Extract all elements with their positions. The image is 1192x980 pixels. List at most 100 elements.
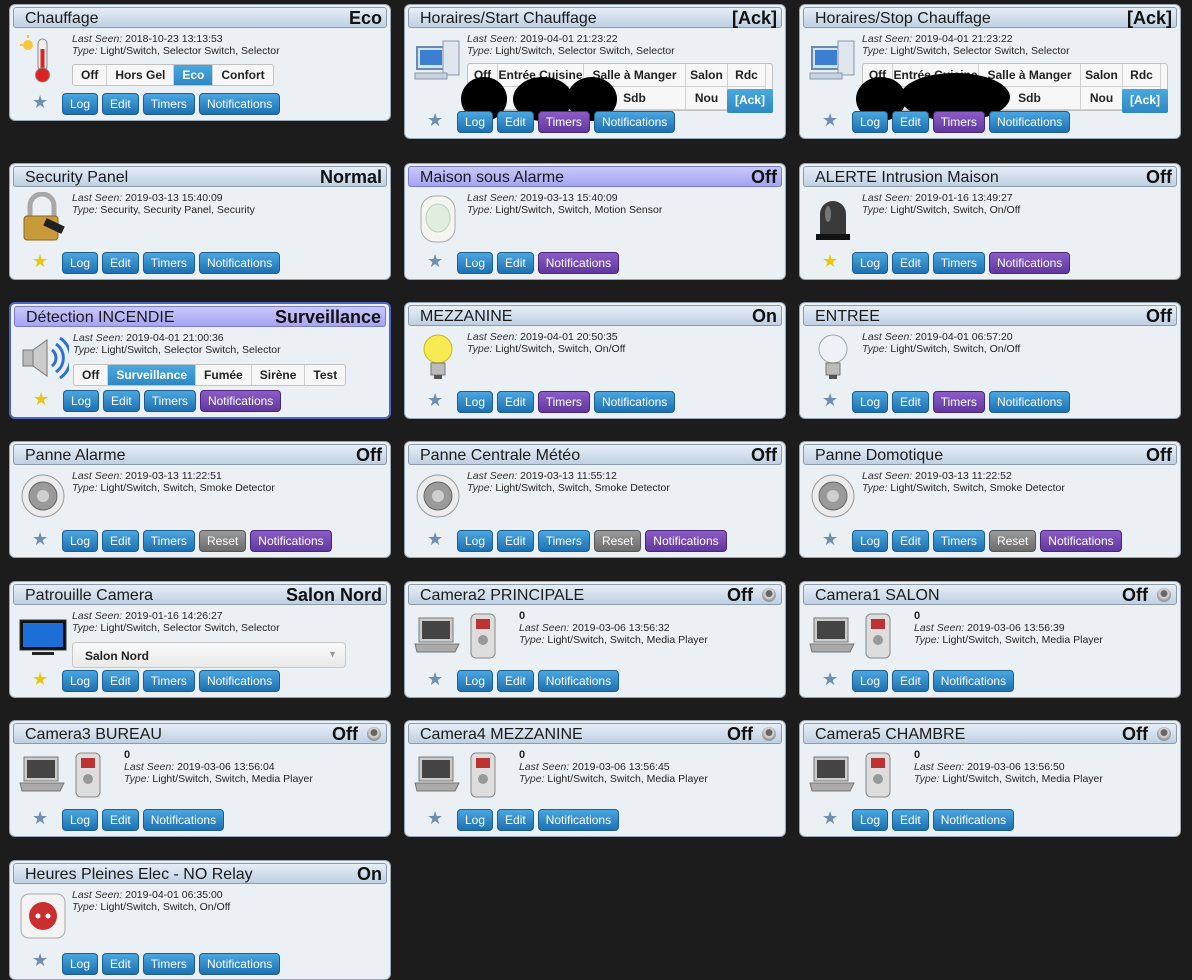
log-button[interactable]: Log bbox=[62, 530, 99, 552]
edit-button[interactable]: Edit bbox=[102, 252, 139, 274]
edit-button[interactable]: Edit bbox=[102, 530, 139, 552]
favorite-star-icon[interactable]: ★ bbox=[32, 951, 48, 969]
log-button[interactable]: Log bbox=[62, 670, 99, 692]
selector-option-off[interactable]: Off bbox=[74, 365, 109, 385]
log-button[interactable]: Log bbox=[852, 530, 889, 552]
edit-button[interactable]: Edit bbox=[103, 390, 140, 412]
favorite-star-icon[interactable]: ★ bbox=[427, 530, 443, 548]
edit-button[interactable]: Edit bbox=[892, 252, 929, 274]
notifications-button[interactable]: Notifications bbox=[988, 111, 1071, 133]
edit-button[interactable]: Edit bbox=[892, 391, 929, 413]
favorite-star-icon[interactable]: ★ bbox=[32, 530, 48, 548]
edit-button[interactable]: Edit bbox=[497, 530, 534, 552]
timers-button[interactable]: Timers bbox=[142, 670, 195, 692]
favorite-star-icon[interactable]: ★ bbox=[32, 93, 48, 111]
edit-button[interactable]: Edit bbox=[892, 111, 929, 133]
favorite-star-icon[interactable]: ★ bbox=[32, 809, 48, 827]
selector-option-ack[interactable]: [Ack] bbox=[1122, 89, 1168, 113]
notifications-button[interactable]: Notifications bbox=[537, 252, 620, 274]
notifications-button[interactable]: Notifications bbox=[988, 252, 1071, 274]
timers-button[interactable]: Timers bbox=[932, 530, 985, 552]
log-button[interactable]: Log bbox=[457, 809, 494, 831]
log-button[interactable]: Log bbox=[852, 809, 889, 831]
favorite-star-icon[interactable]: ★ bbox=[822, 252, 838, 270]
edit-button[interactable]: Edit bbox=[497, 252, 534, 274]
timers-button[interactable]: Timers bbox=[932, 252, 985, 274]
log-button[interactable]: Log bbox=[62, 93, 99, 115]
log-button[interactable]: Log bbox=[62, 252, 99, 274]
favorite-star-icon[interactable]: ★ bbox=[822, 391, 838, 409]
log-button[interactable]: Log bbox=[852, 670, 889, 692]
log-button[interactable]: Log bbox=[852, 252, 889, 274]
favorite-star-icon[interactable]: ★ bbox=[822, 530, 838, 548]
notifications-button[interactable]: Notifications bbox=[593, 391, 676, 413]
timers-button[interactable]: Timers bbox=[143, 390, 196, 412]
reset-button[interactable]: Reset bbox=[988, 530, 1037, 552]
reset-button[interactable]: Reset bbox=[198, 530, 247, 552]
log-button[interactable]: Log bbox=[457, 111, 494, 133]
selector-dropdown[interactable]: Salon Nord ▼ bbox=[72, 642, 346, 668]
notifications-button[interactable]: Notifications bbox=[988, 391, 1071, 413]
edit-button[interactable]: Edit bbox=[892, 530, 929, 552]
camera-icon[interactable] bbox=[1157, 727, 1171, 741]
edit-button[interactable]: Edit bbox=[892, 670, 929, 692]
selector-option-ack[interactable]: [Ack] bbox=[727, 89, 773, 113]
timers-button[interactable]: Timers bbox=[142, 530, 195, 552]
notifications-button[interactable]: Notifications bbox=[537, 670, 620, 692]
favorite-star-icon[interactable]: ★ bbox=[822, 111, 838, 129]
selector-option-surveillance[interactable]: Surveillance bbox=[108, 365, 197, 385]
favorite-star-icon[interactable]: ★ bbox=[33, 390, 49, 408]
notifications-button[interactable]: Notifications bbox=[593, 111, 676, 133]
log-button[interactable]: Log bbox=[457, 670, 494, 692]
selector-option-eco[interactable]: Eco bbox=[174, 65, 214, 85]
log-button[interactable]: Log bbox=[62, 953, 99, 975]
edit-button[interactable]: Edit bbox=[892, 809, 929, 831]
selector-option[interactable]: Rdc bbox=[1123, 64, 1161, 87]
notifications-button[interactable]: Notifications bbox=[537, 809, 620, 831]
favorite-star-icon[interactable]: ★ bbox=[427, 391, 443, 409]
selector-option-confort[interactable]: Confort bbox=[213, 65, 272, 85]
timers-button[interactable]: Timers bbox=[142, 953, 195, 975]
edit-button[interactable]: Edit bbox=[497, 670, 534, 692]
selector-option[interactable]: Nou bbox=[686, 87, 728, 110]
timers-button[interactable]: Timers bbox=[537, 111, 590, 133]
edit-button[interactable]: Edit bbox=[102, 953, 139, 975]
camera-icon[interactable] bbox=[367, 727, 381, 741]
selector-option[interactable]: Nou bbox=[1081, 87, 1123, 110]
favorite-star-icon[interactable]: ★ bbox=[427, 670, 443, 688]
edit-button[interactable]: Edit bbox=[497, 809, 534, 831]
notifications-button[interactable]: Notifications bbox=[932, 809, 1015, 831]
notifications-button[interactable]: Notifications bbox=[198, 93, 281, 115]
camera-icon[interactable] bbox=[1157, 588, 1171, 602]
selector-option-off[interactable]: Off bbox=[73, 65, 108, 85]
selector-option-test[interactable]: Test bbox=[305, 365, 345, 385]
favorite-star-icon[interactable]: ★ bbox=[427, 111, 443, 129]
edit-button[interactable]: Edit bbox=[102, 93, 139, 115]
timers-button[interactable]: Timers bbox=[142, 252, 195, 274]
selector-option-sirene[interactable]: Sirène bbox=[252, 365, 306, 385]
log-button[interactable]: Log bbox=[457, 391, 494, 413]
edit-button[interactable]: Edit bbox=[102, 809, 139, 831]
notifications-button[interactable]: Notifications bbox=[198, 670, 281, 692]
log-button[interactable]: Log bbox=[852, 391, 889, 413]
favorite-star-icon[interactable]: ★ bbox=[427, 252, 443, 270]
edit-button[interactable]: Edit bbox=[102, 670, 139, 692]
log-button[interactable]: Log bbox=[852, 111, 889, 133]
favorite-star-icon[interactable]: ★ bbox=[822, 670, 838, 688]
camera-icon[interactable] bbox=[762, 588, 776, 602]
log-button[interactable]: Log bbox=[457, 252, 494, 274]
favorite-star-icon[interactable]: ★ bbox=[427, 809, 443, 827]
timers-button[interactable]: Timers bbox=[537, 530, 590, 552]
log-button[interactable]: Log bbox=[457, 530, 494, 552]
notifications-button[interactable]: Notifications bbox=[645, 530, 727, 552]
selector-option[interactable]: Salon bbox=[686, 64, 728, 87]
notifications-button[interactable]: Notifications bbox=[198, 252, 281, 274]
log-button[interactable]: Log bbox=[63, 390, 100, 412]
timers-button[interactable]: Timers bbox=[537, 391, 590, 413]
reset-button[interactable]: Reset bbox=[593, 530, 642, 552]
camera-icon[interactable] bbox=[762, 727, 776, 741]
timers-button[interactable]: Timers bbox=[932, 391, 985, 413]
notifications-button[interactable]: Notifications bbox=[250, 530, 332, 552]
favorite-star-icon[interactable]: ★ bbox=[822, 809, 838, 827]
notifications-button[interactable]: Notifications bbox=[198, 953, 281, 975]
